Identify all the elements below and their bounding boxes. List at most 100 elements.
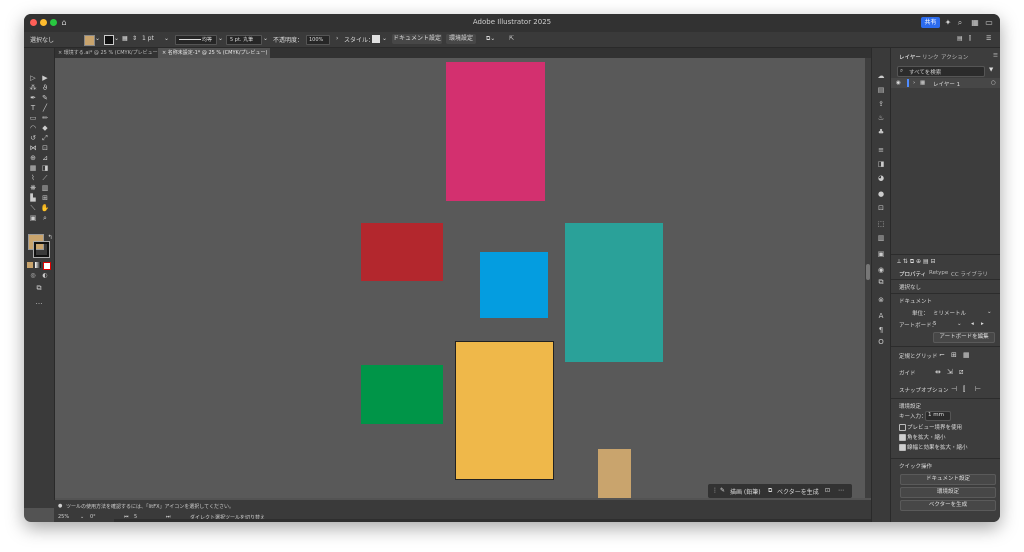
rectangle-tool-icon[interactable]: ▭ bbox=[28, 114, 38, 122]
perspective-tool-icon[interactable]: ⊿ bbox=[40, 154, 50, 162]
symbols-icon[interactable]: ♣ bbox=[876, 128, 886, 137]
draw-mode-icon[interactable]: ◎ bbox=[28, 272, 38, 280]
graph-tool-icon[interactable]: ▙ bbox=[28, 194, 38, 202]
stroke-panel-icon[interactable]: ≡ bbox=[876, 146, 886, 155]
scale-strokes-checkbox[interactable] bbox=[899, 444, 906, 451]
brush-definition[interactable]: 5 pt. 丸筆 bbox=[226, 35, 262, 45]
gradient-mode-icon[interactable] bbox=[35, 262, 41, 268]
gradient-tool-icon[interactable]: ◨ bbox=[40, 164, 50, 172]
share-button[interactable]: 共有 bbox=[921, 17, 940, 28]
layer-target-icon[interactable]: ○ bbox=[991, 80, 996, 86]
quick-generate-vectors-button[interactable]: ベクターを生成 bbox=[900, 500, 996, 511]
stroke-weight-dropdown-icon[interactable]: ⌄ bbox=[164, 35, 169, 42]
blend-tool-icon[interactable]: ⟋ bbox=[40, 174, 50, 182]
control-menu-icon[interactable]: ☰ bbox=[986, 35, 991, 42]
tab-document-1[interactable]: × 環境する.ai* @ 25 % (CMYK/プレビュー) bbox=[54, 48, 160, 58]
scale-tool-icon[interactable]: ⤢ bbox=[40, 134, 50, 142]
properties-icon[interactable]: ▤ bbox=[876, 86, 886, 95]
use-preview-bounds-checkbox[interactable] bbox=[899, 424, 906, 431]
layers-search-input[interactable]: ⌕ すべてを検索 bbox=[897, 66, 985, 77]
magic-wand-tool-icon[interactable]: ⁂ bbox=[28, 84, 38, 92]
brush-dropdown-icon[interactable]: ⌄ bbox=[263, 35, 268, 42]
search-icon[interactable]: ⌕ bbox=[955, 17, 965, 28]
grid-toggle-icon[interactable]: ⊞ bbox=[951, 351, 957, 359]
stroke-weight[interactable]: 1 pt bbox=[142, 35, 154, 42]
gradient-panel-icon[interactable]: ◨ bbox=[876, 160, 886, 169]
pink-rectangle[interactable] bbox=[446, 62, 545, 201]
keyboard-increment-field[interactable]: 1 mm bbox=[925, 411, 951, 421]
artboard-tool-icon[interactable]: ⊞ bbox=[40, 194, 50, 202]
swap-colors-icon[interactable]: ↰ bbox=[45, 234, 55, 242]
vertical-scroll-thumb[interactable] bbox=[866, 264, 870, 280]
blue-rectangle[interactable] bbox=[480, 252, 548, 318]
smart-guides-icon[interactable]: ⧄ bbox=[959, 368, 963, 377]
user-icon[interactable]: ✦ bbox=[943, 17, 953, 28]
artboard-select[interactable]: 5 bbox=[933, 321, 937, 327]
prev-artboard-icon[interactable]: ◂ bbox=[971, 321, 974, 327]
teal-rectangle[interactable] bbox=[565, 223, 663, 362]
curvature-tool-icon[interactable]: ✎ bbox=[40, 94, 50, 102]
style-dropdown-icon[interactable]: ⌄ bbox=[382, 35, 387, 42]
layer-name[interactable]: レイヤー 1 bbox=[933, 80, 960, 88]
guides-show-icon[interactable]: ⇹ bbox=[935, 368, 941, 376]
panel-toggle-icon[interactable]: ▭ bbox=[984, 17, 994, 28]
tan-rectangle[interactable] bbox=[598, 449, 631, 498]
rotation-angle[interactable]: 0° bbox=[90, 514, 96, 520]
guides-lock-icon[interactable]: ⇲ bbox=[947, 368, 953, 376]
stroke-dropdown-icon[interactable]: ⌄ bbox=[114, 35, 119, 42]
direct-selection-tool-icon[interactable]: ▶ bbox=[40, 74, 50, 82]
quick-preferences-button[interactable]: 環境設定 bbox=[900, 487, 996, 498]
tab-actions[interactable]: アクション bbox=[941, 53, 968, 61]
zoom-level[interactable]: 25% bbox=[58, 514, 69, 520]
tab-layers[interactable]: レイヤー bbox=[899, 53, 921, 61]
stroke-swatch[interactable] bbox=[104, 35, 114, 45]
artboards-icon[interactable]: ▣ bbox=[876, 250, 886, 259]
edit-toolbar-icon[interactable]: … bbox=[34, 298, 44, 306]
distribute-icon[interactable]: ⫿ bbox=[969, 35, 971, 43]
navigator-icon[interactable]: ⊗ bbox=[876, 296, 886, 305]
align-icon[interactable]: ▤ bbox=[957, 35, 963, 42]
edit-artboards-button[interactable]: アートボードを編集 bbox=[933, 332, 995, 343]
eraser-tool-icon[interactable]: ◆ bbox=[40, 124, 50, 132]
arrange-icon[interactable]: ⧉⌄ bbox=[486, 35, 495, 43]
column-graph-tool-icon[interactable]: ▥ bbox=[40, 184, 50, 192]
color-mode-icon[interactable] bbox=[27, 262, 33, 268]
character-icon[interactable]: A bbox=[876, 312, 886, 321]
rotate-tool-icon[interactable]: ↺ bbox=[28, 134, 38, 142]
yellow-rectangle[interactable] bbox=[455, 341, 554, 480]
shape-builder-tool-icon[interactable]: ⊕ bbox=[28, 154, 38, 162]
panel-menu-icon[interactable]: ☰ bbox=[993, 53, 998, 59]
artboard-dropdown-icon[interactable]: ⌄ bbox=[957, 321, 962, 327]
fill-dropdown-icon[interactable]: ⌄ bbox=[95, 35, 100, 42]
units-dropdown[interactable]: ミリメートル bbox=[933, 309, 966, 317]
scale-corners-checkbox[interactable] bbox=[899, 434, 906, 441]
appearance-icon[interactable]: ● bbox=[876, 190, 886, 199]
free-transform-tool-icon[interactable]: ⊡ bbox=[40, 144, 50, 152]
generate-vectors-button[interactable]: ベクターを生成 bbox=[777, 487, 819, 496]
workspace-icon[interactable]: ▦ bbox=[970, 17, 980, 28]
selection-tool-icon[interactable]: ▷ bbox=[28, 74, 38, 82]
hand-tool-icon[interactable]: ✋ bbox=[40, 204, 50, 212]
style-swatch[interactable] bbox=[372, 35, 380, 43]
share-export-icon[interactable]: ⇱ bbox=[509, 35, 514, 42]
tab-properties[interactable]: プロパティ bbox=[899, 270, 926, 278]
preferences-button[interactable]: 環境設定 bbox=[446, 34, 476, 44]
opacity-arrow-icon[interactable]: › bbox=[336, 35, 338, 42]
none-mode-icon[interactable] bbox=[43, 262, 51, 270]
zoom-tool-icon[interactable]: ⌕ bbox=[40, 214, 50, 222]
next-artboard-icon[interactable]: ▸ bbox=[981, 321, 984, 327]
help-icon[interactable]: ● bbox=[58, 503, 62, 509]
mesh-tool-icon[interactable]: ▦ bbox=[28, 164, 38, 172]
align-panel-icon[interactable]: ▥ bbox=[876, 234, 886, 243]
opentype-icon[interactable]: O bbox=[876, 338, 886, 347]
filter-icon[interactable]: ▼ bbox=[989, 67, 993, 73]
drag-handle-icon[interactable]: ⋮ bbox=[712, 487, 718, 494]
libraries-icon[interactable]: ☁ bbox=[876, 72, 886, 81]
visibility-icon[interactable]: ◉ bbox=[896, 80, 901, 86]
units-dropdown-icon[interactable]: ⌄ bbox=[987, 309, 992, 315]
symbol-sprayer-tool-icon[interactable]: ❋ bbox=[28, 184, 38, 192]
snap-point-icon[interactable]: ⊣ bbox=[951, 385, 957, 393]
tab-cc-libraries[interactable]: CC ライブラリ bbox=[951, 270, 988, 278]
snap-pixel-icon[interactable]: ⫿ bbox=[963, 385, 965, 394]
paragraph-icon[interactable]: ¶ bbox=[876, 326, 886, 335]
